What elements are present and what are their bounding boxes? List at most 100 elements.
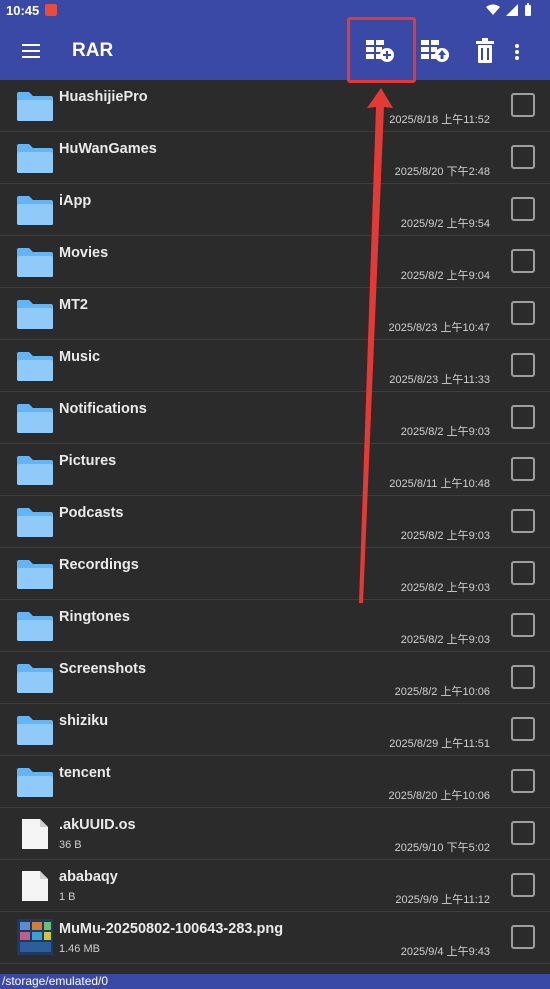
more-options-button[interactable] bbox=[511, 35, 535, 69]
file-name: shiziku bbox=[59, 713, 109, 729]
file-name: ababaqy bbox=[59, 869, 118, 885]
file-row[interactable]: Ringtones 2025/8/2 上午9:03 bbox=[0, 600, 550, 652]
select-checkbox[interactable] bbox=[511, 353, 535, 377]
wifi-icon bbox=[486, 4, 500, 15]
select-checkbox[interactable] bbox=[511, 613, 535, 637]
file-row[interactable]: Movies 2025/8/2 上午9:04 bbox=[0, 236, 550, 288]
select-checkbox[interactable] bbox=[511, 717, 535, 741]
add-to-archive-button[interactable] bbox=[363, 35, 397, 69]
file-date: 2025/8/2 上午9:03 bbox=[400, 530, 490, 542]
file-date: 2025/8/20 上午10:06 bbox=[388, 790, 490, 802]
app-title: RAR bbox=[72, 40, 114, 61]
extract-button[interactable] bbox=[418, 35, 452, 69]
folder-icon bbox=[16, 90, 54, 122]
folder-icon bbox=[16, 142, 54, 174]
more-vert-icon bbox=[515, 44, 519, 60]
select-checkbox[interactable] bbox=[511, 925, 535, 949]
folder-icon bbox=[16, 766, 54, 798]
file-row[interactable]: shiziku 2025/8/29 上午11:51 bbox=[0, 704, 550, 756]
file-name: HuashijiePro bbox=[59, 89, 148, 105]
folder-icon bbox=[16, 298, 54, 330]
select-checkbox[interactable] bbox=[511, 93, 535, 117]
file-name: Podcasts bbox=[59, 505, 124, 521]
file-name: MT2 bbox=[59, 297, 88, 313]
select-checkbox[interactable] bbox=[511, 561, 535, 585]
file-row[interactable]: Screenshots 2025/8/2 上午10:06 bbox=[0, 652, 550, 704]
file-icon bbox=[16, 818, 54, 850]
file-list: HuashijiePro 2025/8/18 上午11:52 HuWanGames 2… bbox=[0, 80, 550, 964]
file-date: 2025/8/23 上午11:33 bbox=[389, 374, 490, 386]
file-row[interactable]: .akUUID.os 36 B 2025/9/10 下午5:02 bbox=[0, 808, 550, 860]
file-size: 1.46 MB bbox=[59, 943, 100, 955]
file-date: 2025/9/2 上午9:54 bbox=[400, 218, 490, 230]
folder-icon bbox=[16, 610, 54, 642]
status-bar: 10:45 bbox=[0, 0, 550, 22]
select-checkbox[interactable] bbox=[511, 873, 535, 897]
battery-icon bbox=[525, 3, 531, 16]
file-name: Pictures bbox=[59, 453, 117, 469]
menu-icon[interactable] bbox=[20, 40, 42, 62]
file-name: Music bbox=[59, 349, 101, 365]
folder-icon bbox=[16, 558, 54, 590]
file-name: MuMu-20250802-100643-283.png bbox=[59, 921, 284, 937]
file-date: 2025/8/2 上午9:04 bbox=[400, 270, 490, 282]
select-checkbox[interactable] bbox=[511, 249, 535, 273]
file-row[interactable]: Notifications 2025/8/2 上午9:03 bbox=[0, 392, 550, 444]
folder-icon bbox=[16, 662, 54, 694]
file-row[interactable]: HuashijiePro 2025/8/18 上午11:52 bbox=[0, 80, 550, 132]
add-to-archive-icon bbox=[366, 40, 394, 62]
select-checkbox[interactable] bbox=[511, 665, 535, 689]
file-date: 2025/9/4 上午9:43 bbox=[400, 946, 490, 958]
folder-icon bbox=[16, 194, 54, 226]
file-name: tencent bbox=[59, 765, 111, 781]
file-name: Notifications bbox=[59, 401, 147, 417]
file-date: 2025/8/2 上午9:03 bbox=[400, 582, 490, 594]
file-name: Screenshots bbox=[59, 661, 147, 677]
file-name: HuWanGames bbox=[59, 141, 157, 157]
file-name: Movies bbox=[59, 245, 109, 261]
select-checkbox[interactable] bbox=[511, 145, 535, 169]
file-date: 2025/9/10 下午5:02 bbox=[394, 842, 490, 854]
delete-button[interactable] bbox=[468, 35, 502, 69]
extract-icon bbox=[421, 40, 449, 62]
file-row[interactable]: HuWanGames 2025/8/20 下午2:48 bbox=[0, 132, 550, 184]
file-row[interactable]: ababaqy 1 B 2025/9/9 上午11:12 bbox=[0, 860, 550, 912]
select-checkbox[interactable] bbox=[511, 769, 535, 793]
select-checkbox[interactable] bbox=[511, 457, 535, 481]
file-row[interactable]: iApp 2025/9/2 上午9:54 bbox=[0, 184, 550, 236]
file-date: 2025/8/23 上午10:47 bbox=[388, 322, 490, 334]
file-date: 2025/9/9 上午11:12 bbox=[395, 894, 490, 906]
file-date: 2025/8/20 下午2:48 bbox=[394, 166, 490, 178]
file-size: 36 B bbox=[59, 839, 82, 851]
file-row[interactable]: Recordings 2025/8/2 上午9:03 bbox=[0, 548, 550, 600]
file-date: 2025/8/11 上午10:48 bbox=[389, 478, 490, 490]
select-checkbox[interactable] bbox=[511, 509, 535, 533]
file-row[interactable]: MT2 2025/8/23 上午10:47 bbox=[0, 288, 550, 340]
folder-icon bbox=[16, 506, 54, 538]
notification-icon bbox=[45, 4, 57, 16]
file-date: 2025/8/2 上午9:03 bbox=[400, 634, 490, 646]
file-size: 1 B bbox=[59, 891, 76, 903]
file-date: 2025/8/18 上午11:52 bbox=[389, 114, 490, 126]
folder-icon bbox=[16, 350, 54, 382]
file-row[interactable]: Music 2025/8/23 上午11:33 bbox=[0, 340, 550, 392]
file-row[interactable]: Podcasts 2025/8/2 上午9:03 bbox=[0, 496, 550, 548]
select-checkbox[interactable] bbox=[511, 301, 535, 325]
file-date: 2025/8/2 上午9:03 bbox=[400, 426, 490, 438]
file-icon bbox=[16, 870, 54, 902]
image-thumbnail-icon bbox=[16, 918, 54, 955]
file-row[interactable]: Pictures 2025/8/11 上午10:48 bbox=[0, 444, 550, 496]
select-checkbox[interactable] bbox=[511, 405, 535, 429]
folder-icon bbox=[16, 714, 54, 746]
select-checkbox[interactable] bbox=[511, 821, 535, 845]
status-time: 10:45 bbox=[6, 3, 40, 18]
trash-icon bbox=[476, 38, 494, 63]
select-checkbox[interactable] bbox=[511, 197, 535, 221]
file-name: .akUUID.os bbox=[59, 817, 136, 833]
file-name: iApp bbox=[59, 193, 92, 209]
system-icons bbox=[486, 3, 532, 16]
file-row[interactable]: tencent 2025/8/20 上午10:06 bbox=[0, 756, 550, 808]
folder-icon bbox=[16, 454, 54, 486]
signal-icon bbox=[506, 3, 518, 16]
file-row[interactable]: MuMu-20250802-100643-283.png 1.46 MB 2025/… bbox=[0, 912, 550, 964]
